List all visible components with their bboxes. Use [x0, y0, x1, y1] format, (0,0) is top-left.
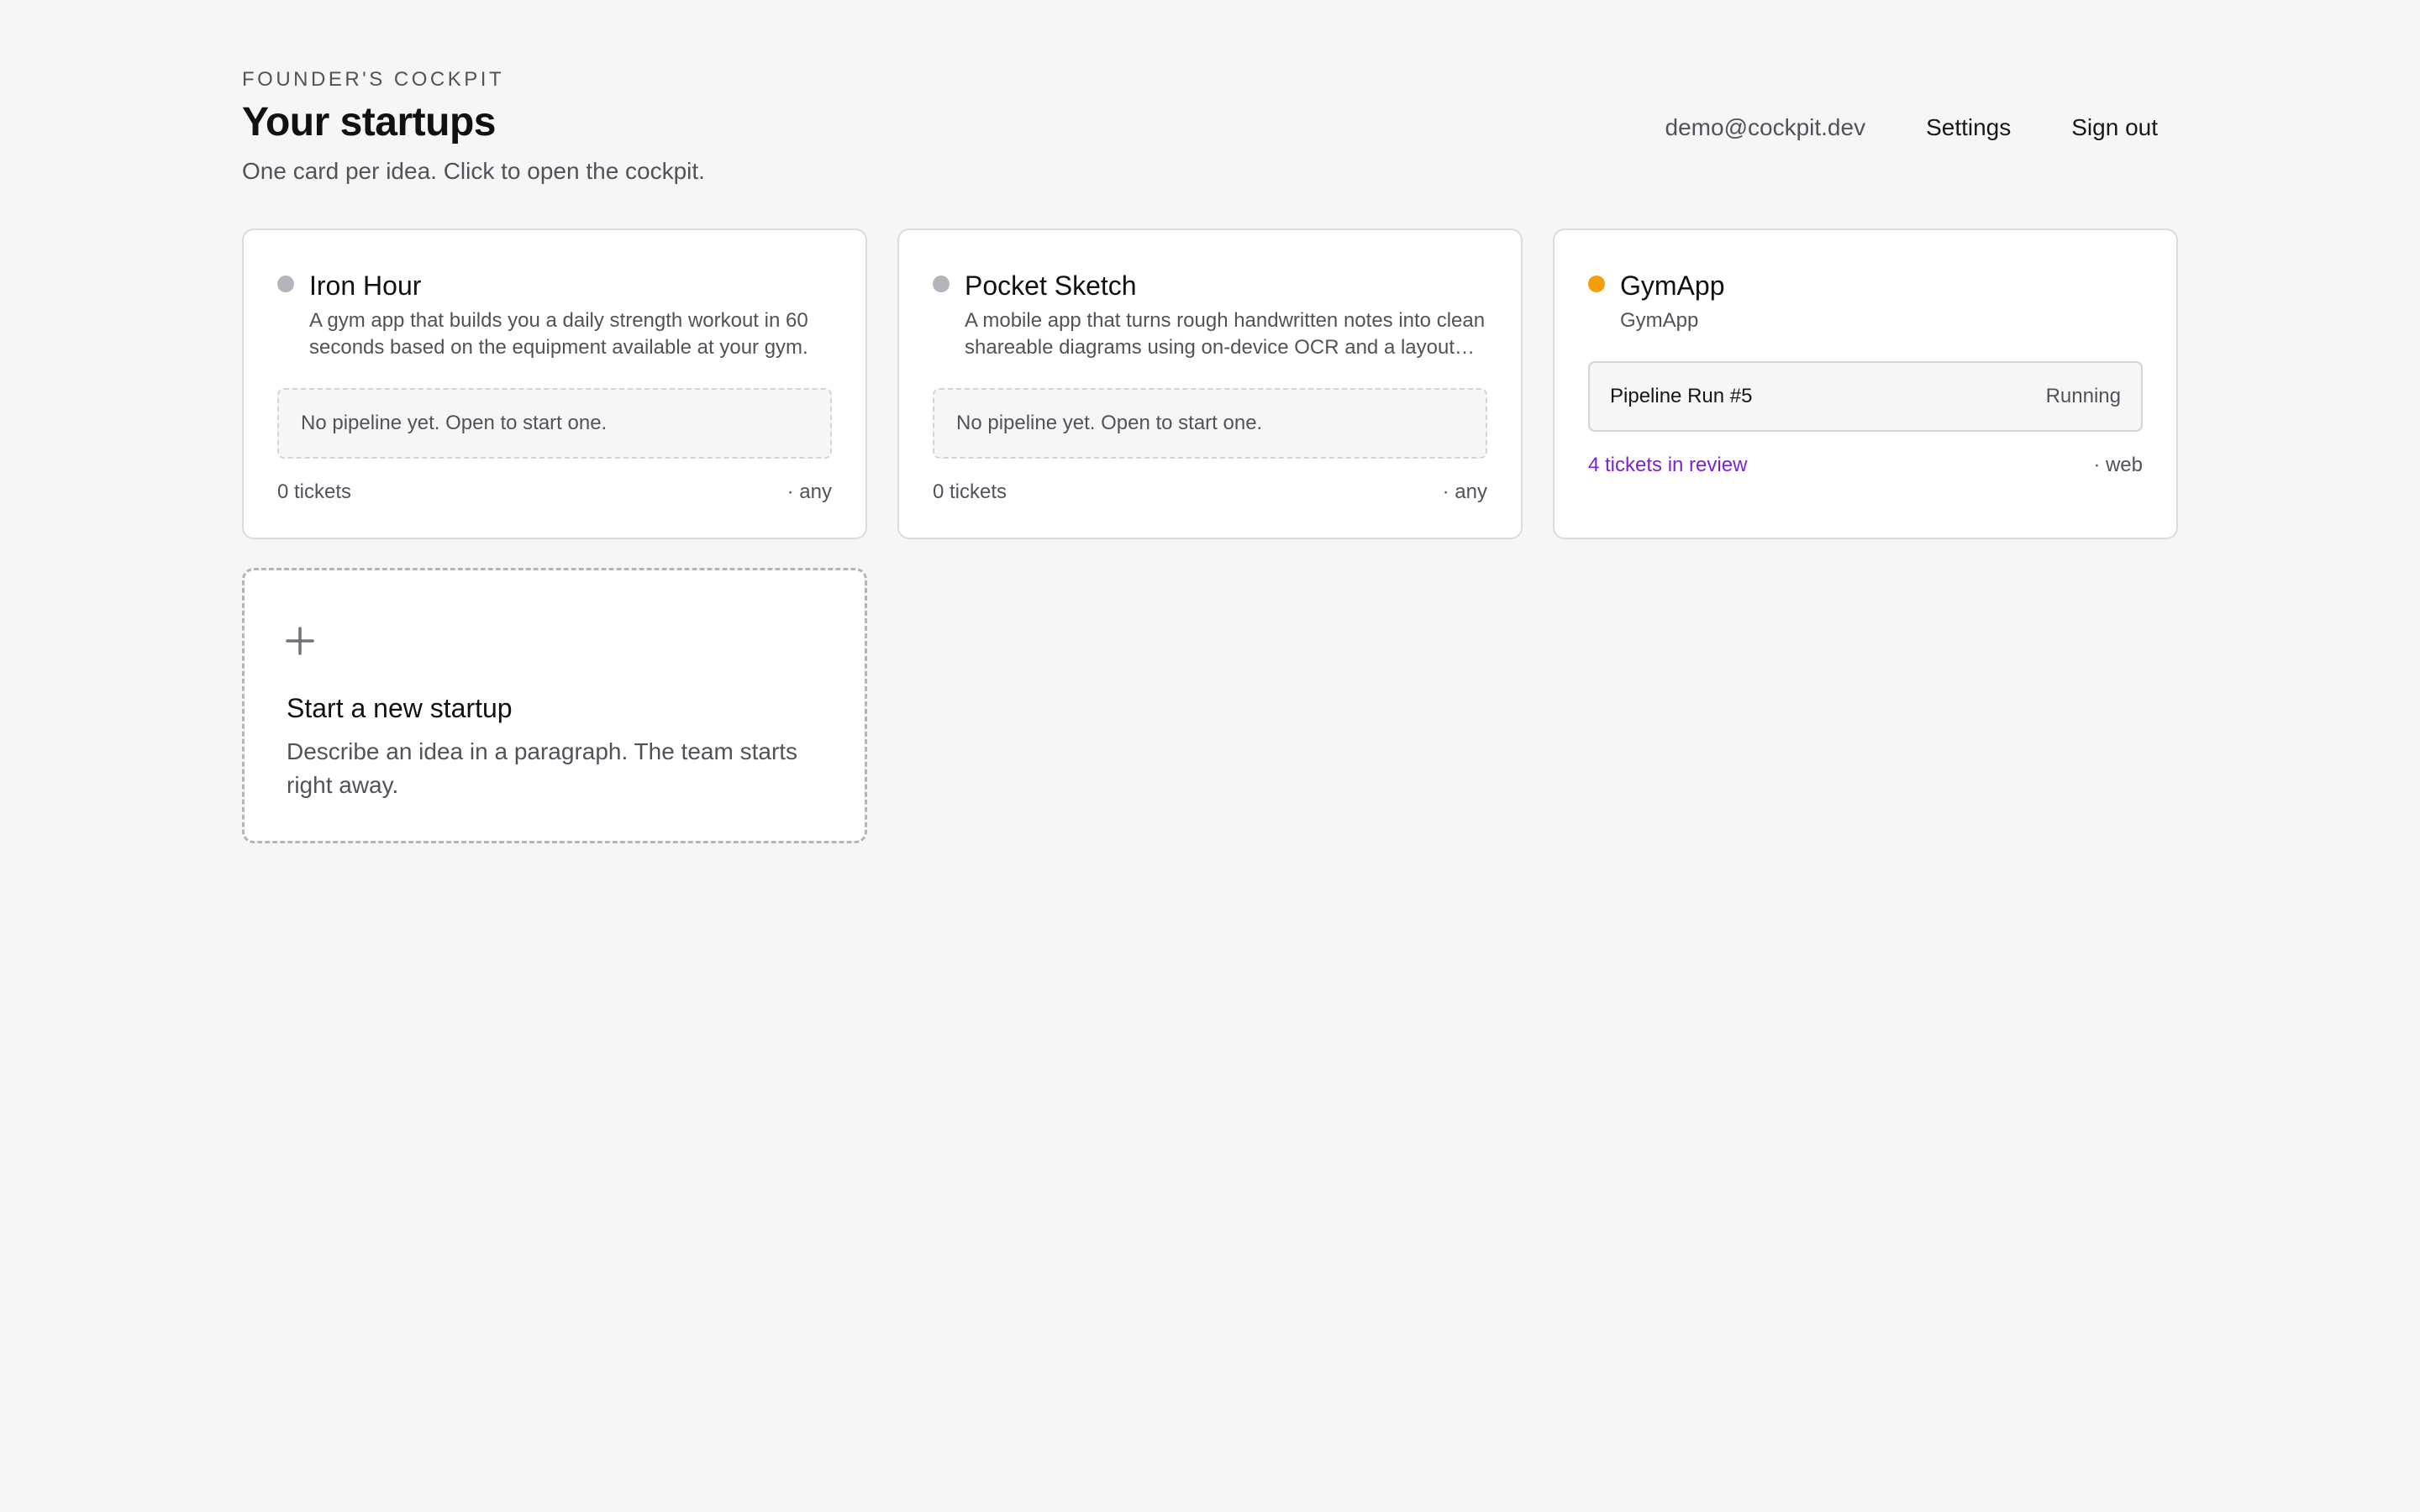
pipeline-empty-state: No pipeline yet. Open to start one. — [277, 388, 832, 459]
card-title: Pocket Sketch — [965, 270, 1137, 301]
pipeline-run-status: Running — [2045, 385, 2121, 407]
status-dot-icon — [1588, 276, 1605, 292]
new-startup-description: Describe an idea in a paragraph. The tea… — [287, 738, 798, 798]
startup-card-gymapp[interactable]: GymApp GymApp Pipeline Run #5 Running 4 … — [1553, 228, 2178, 539]
card-title: Iron Hour — [309, 270, 422, 301]
platform-label: · any — [786, 480, 832, 503]
page-subtitle: One card per idea. Click to open the coc… — [242, 158, 705, 184]
new-startup-card[interactable]: Start a new startup Describe an idea in … — [242, 568, 867, 843]
status-dot-icon — [277, 276, 294, 292]
sign-out-button[interactable]: Sign out — [2051, 108, 2178, 148]
card-footer: 0 tickets · any — [933, 479, 1487, 506]
startup-card-iron-hour[interactable]: Iron Hour A gym app that builds you a da… — [242, 228, 867, 539]
tickets-in-review-link[interactable]: 4 tickets in review — [1588, 452, 1747, 479]
pipeline-run-row[interactable]: Pipeline Run #5 Running — [1588, 361, 2143, 432]
platform-label: · web — [2093, 454, 2143, 476]
pipeline-empty-state: No pipeline yet. Open to start one. — [933, 388, 1487, 459]
card-footer: 0 tickets · any — [277, 479, 832, 506]
startups-page: FOUNDER'S COCKPIT Your startups One card… — [0, 0, 2420, 1512]
card-description: A gym app that builds you a daily streng… — [309, 309, 808, 359]
platform-label: · any — [1442, 480, 1487, 503]
ticket-count: 0 tickets — [277, 480, 352, 503]
card-title: GymApp — [1620, 270, 1725, 301]
app-eyebrow: FOUNDER'S COCKPIT — [242, 68, 505, 91]
card-description: A mobile app that turns rough handwritte… — [965, 309, 1486, 359]
top-nav: demo@cockpit.dev Settings Sign out — [1665, 108, 2178, 148]
new-startup-title: Start a new startup — [287, 693, 513, 723]
user-email: demo@cockpit.dev — [1665, 114, 1866, 140]
settings-button[interactable]: Settings — [1906, 108, 2031, 148]
plus-icon — [286, 627, 314, 655]
startup-card-pocket-sketch[interactable]: Pocket Sketch A mobile app that turns ro… — [897, 228, 1523, 539]
status-dot-icon — [933, 276, 950, 292]
ticket-count: 0 tickets — [933, 480, 1007, 503]
pipeline-run-name: Pipeline Run #5 — [1610, 385, 1753, 407]
card-footer: 4 tickets in review · web — [1588, 452, 2143, 479]
card-subname: GymApp — [1620, 309, 1699, 332]
